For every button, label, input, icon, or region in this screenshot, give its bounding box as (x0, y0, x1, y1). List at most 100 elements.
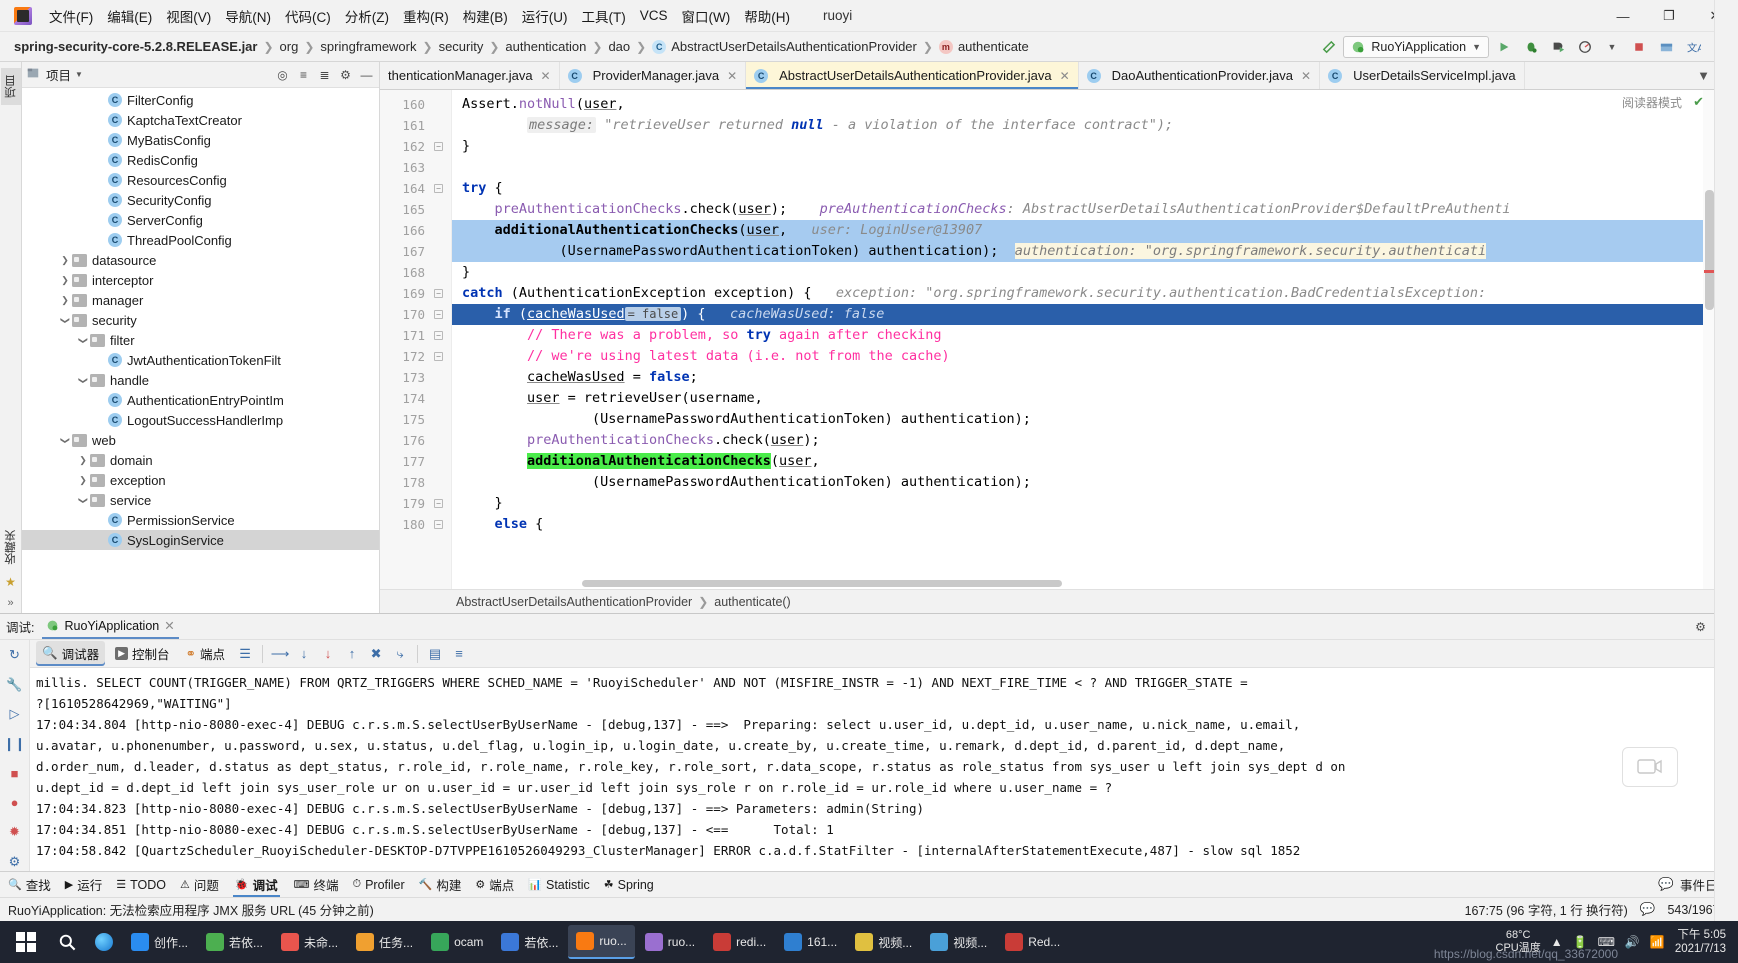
run-with-coverage-button[interactable] (1546, 35, 1570, 59)
stop-icon[interactable]: ■ (5, 764, 25, 783)
tree-node[interactable]: ❯ exception (22, 470, 379, 490)
tree-node[interactable]: C RedisConfig (22, 150, 379, 170)
code-line[interactable]: // we're using latest data (i.e. not fro… (452, 346, 1716, 367)
taskbar-item[interactable]: redi... (705, 925, 774, 959)
gutter-line[interactable]: 169− (380, 283, 451, 304)
tree-node[interactable]: C ServerConfig (22, 210, 379, 230)
floating-video-badge[interactable] (1622, 747, 1678, 787)
chevron-down-icon[interactable]: ❯ (78, 373, 89, 387)
code-line[interactable]: (UsernamePasswordAuthenticationToken) au… (452, 241, 1716, 262)
code-line[interactable]: additionalAuthenticationChecks(user, (452, 451, 1716, 472)
chevron-right-icon[interactable]: ❯ (58, 255, 72, 266)
menu-navigate[interactable]: 导航(N) (218, 2, 278, 30)
tree-node[interactable]: C AuthenticationEntryPointIm (22, 390, 379, 410)
breadcrumb-bottom-method[interactable]: authenticate() (714, 595, 790, 609)
taskbar-item[interactable]: 161... (776, 925, 845, 959)
hide-pane-icon[interactable]: — (358, 66, 375, 83)
build-project-icon[interactable] (1654, 35, 1678, 59)
menu-view[interactable]: 视图(V) (159, 2, 218, 30)
fold-toggle-icon[interactable]: − (434, 310, 443, 319)
tree-node[interactable]: C JwtAuthenticationTokenFilt (22, 350, 379, 370)
editor-tab[interactable]: C UserDetailsServiceImpl.java (1320, 62, 1525, 89)
taskbar-clock[interactable]: 下午 5:05 2021/7/13 (1675, 928, 1726, 956)
code-line[interactable]: // There was a problem, so try again aft… (452, 325, 1716, 346)
collapse-all-icon[interactable]: ≣ (316, 66, 333, 83)
rerun-icon[interactable]: ↻ (5, 646, 25, 665)
breadcrumb-security[interactable]: security (439, 39, 484, 54)
minimize-button[interactable]: — (1600, 0, 1646, 32)
code-line[interactable]: else { (452, 514, 1716, 535)
gutter-line[interactable]: 160 (380, 94, 451, 115)
editor-tab[interactable]: C ProviderManager.java ✕ (559, 62, 747, 89)
taskbar-item[interactable]: Red... (997, 925, 1068, 959)
network-icon[interactable]: 📶 (1650, 935, 1665, 949)
close-icon[interactable]: ✕ (727, 69, 737, 83)
tree-node[interactable]: C LogoutSuccessHandlerImp (22, 410, 379, 430)
tree-node[interactable]: ❯ service (22, 490, 379, 510)
editor-tab-overflow-icon[interactable]: ▼ (1691, 62, 1716, 89)
debug-button[interactable] (1519, 35, 1543, 59)
chevron-right-icon[interactable]: ❯ (58, 275, 72, 286)
code-line[interactable]: catch (AuthenticationException exception… (452, 283, 1716, 304)
gutter-line[interactable]: 164− (380, 178, 451, 199)
bottom-tab-TODO[interactable]: ☰ TODO (116, 878, 166, 892)
breadcrumb-method[interactable]: authenticate (958, 39, 1029, 54)
taskbar-search-icon[interactable] (50, 925, 85, 959)
gutter-line[interactable]: 161 (380, 115, 451, 136)
gutter-line[interactable]: 173 (380, 367, 451, 388)
menu-help[interactable]: 帮助(H) (737, 2, 797, 30)
bottom-tab-Profiler[interactable]: ⏱ Profiler (352, 878, 404, 892)
expand-all-icon[interactable]: ≡ (295, 66, 312, 83)
menu-file[interactable]: 文件(F) (42, 2, 100, 30)
step-out-icon[interactable]: ↑ (342, 644, 362, 664)
breadcrumb-springframework[interactable]: springframework (320, 39, 416, 54)
maximize-button[interactable]: ❐ (1646, 0, 1692, 32)
debug-session-tab[interactable]: RuoYiApplication ✕ (42, 614, 179, 639)
show-variables-icon[interactable]: ≡ (449, 644, 469, 664)
translate-icon[interactable]: 文A (1681, 35, 1705, 59)
editor-gutter[interactable]: 160 161 162−163 164−165 166 167 168 169−170−171… (380, 90, 452, 589)
project-tree[interactable]: C FilterConfig C KaptchaTextCreator C MyBatis… (22, 88, 379, 613)
start-button[interactable] (4, 921, 48, 963)
tool-tab-favorites[interactable]: 收藏夹 (1, 523, 21, 572)
tree-node[interactable]: ❯ manager (22, 290, 379, 310)
chevron-down-icon[interactable]: ❯ (60, 313, 71, 327)
breadcrumb-authentication[interactable]: authentication (505, 39, 586, 54)
breadcrumb-bottom-class[interactable]: AbstractUserDetailsAuthenticationProvide… (456, 595, 692, 609)
tree-node[interactable]: ❯ domain (22, 450, 379, 470)
menu-analyze[interactable]: 分析(Z) (338, 2, 396, 30)
menu-tools[interactable]: 工具(T) (575, 2, 633, 30)
chevron-right-icon[interactable]: ❯ (58, 295, 72, 306)
drop-frame-icon[interactable]: ✖ (366, 644, 386, 664)
gutter-line[interactable]: 171− (380, 325, 451, 346)
gutter-line[interactable]: 167 (380, 241, 451, 262)
code-content[interactable]: Assert.notNull(user, message: "retrieveU… (452, 90, 1716, 589)
breadcrumb-dao[interactable]: dao (608, 39, 630, 54)
tree-node[interactable]: C KaptchaTextCreator (22, 110, 379, 130)
run-configuration-selector[interactable]: RuoYiApplication ▼ (1343, 36, 1489, 58)
run-button[interactable] (1492, 35, 1516, 59)
taskbar-item[interactable]: 若依... (493, 925, 566, 959)
bottom-tab-构建[interactable]: 🔨 构建 (419, 875, 462, 894)
taskbar-item[interactable]: 创作... (123, 925, 196, 959)
taskbar-item[interactable]: 若依... (198, 925, 271, 959)
caret-position[interactable]: 167:75 (96 字符, 1 行 换行符) (1465, 900, 1628, 919)
bottom-tab-终端[interactable]: ⌨ 终端 (294, 875, 339, 894)
breadcrumb-org[interactable]: org (280, 39, 299, 54)
tree-node[interactable]: ❯ handle (22, 370, 379, 390)
force-step-into-icon[interactable]: ↓ (318, 644, 338, 664)
tree-node[interactable]: ❯ filter (22, 330, 379, 350)
editor-horizontal-scrollbar[interactable] (452, 578, 1703, 589)
bottom-tab-Statistic[interactable]: 📊 Statistic (528, 878, 589, 892)
evaluate-expression-icon[interactable]: ▤ (425, 644, 445, 664)
settings-icon[interactable]: ⚙ (5, 853, 25, 872)
tree-node[interactable]: C MyBatisConfig (22, 130, 379, 150)
debug-tab-debugger[interactable]: 🔍 调试器 (36, 641, 106, 666)
profile-button[interactable] (1573, 35, 1597, 59)
taskbar-item[interactable]: ocam (423, 925, 491, 959)
taskbar-item[interactable]: ruo... (568, 925, 635, 959)
menu-refactor[interactable]: 重构(R) (396, 2, 456, 30)
editor-tab[interactable]: thenticationManager.java ✕ (380, 62, 560, 89)
layout-settings-icon[interactable]: ☰ (235, 644, 255, 664)
menu-edit[interactable]: 编辑(E) (100, 2, 159, 30)
